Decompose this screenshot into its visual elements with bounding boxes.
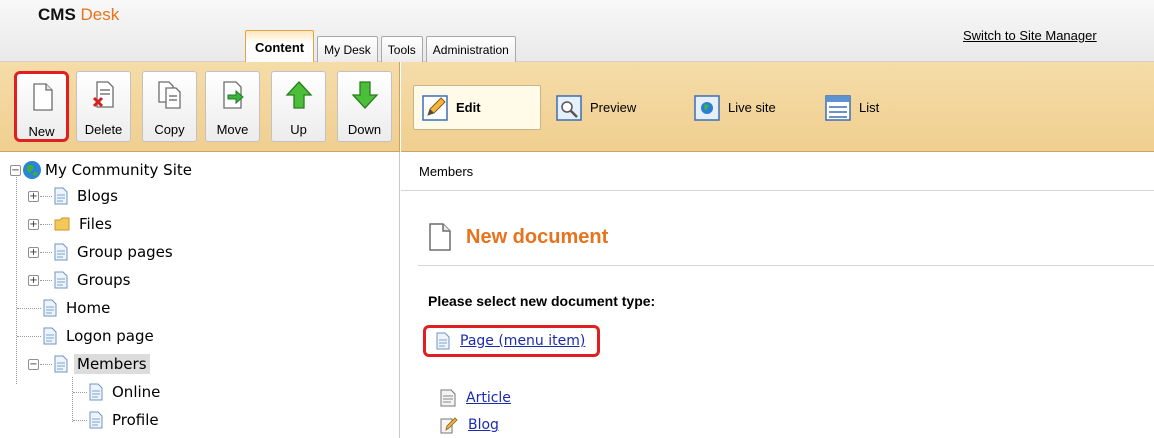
expand-toggle-icon[interactable]: + — [28, 274, 39, 286]
logo-part2: Desk — [80, 5, 120, 24]
page-icon — [89, 411, 103, 429]
doc-type-page-link[interactable]: Page (menu item) — [460, 333, 585, 349]
up-button-label: Up — [290, 122, 307, 137]
preview-view-label: Preview — [590, 100, 637, 115]
move-button-label: Move — [216, 122, 249, 137]
doc-type-page-menu-item[interactable]: Page (menu item) — [423, 325, 601, 357]
tree-item-label: Group pages — [77, 243, 173, 261]
doc-type-blog[interactable]: Blog — [440, 416, 499, 434]
page-icon — [54, 355, 68, 373]
copy-button[interactable]: Copy — [142, 71, 197, 142]
copy-button-label: Copy — [154, 122, 185, 137]
main-tabs: Content My Desk Tools Administration — [245, 30, 519, 62]
new-button-label: New — [28, 124, 55, 139]
collapse-toggle-icon[interactable]: − — [10, 164, 21, 176]
delete-button-label: Delete — [84, 122, 123, 137]
list-view-label: List — [859, 100, 880, 115]
article-icon — [440, 389, 456, 407]
breadcrumb: Members — [401, 152, 1154, 191]
new-button[interactable]: New — [14, 71, 69, 142]
preview-magnifier-icon — [556, 94, 582, 121]
page-title-row: New document — [428, 219, 608, 255]
edit-view-label: Edit — [456, 100, 481, 115]
arrow-up-icon — [285, 81, 312, 109]
edit-view-button[interactable]: Edit — [413, 85, 541, 130]
tree-item-label: Members — [74, 354, 150, 374]
doc-type-article[interactable]: Article — [440, 389, 511, 407]
page-icon — [89, 383, 103, 401]
page-icon — [43, 299, 57, 317]
down-button-label: Down — [347, 122, 382, 137]
new-document-icon — [429, 223, 451, 251]
tree-item-label: Logon page — [66, 327, 154, 345]
delete-document-icon — [92, 81, 114, 108]
select-type-prompt: Please select new document type: — [428, 293, 656, 309]
down-button[interactable]: Down — [337, 71, 392, 142]
move-button[interactable]: Move — [205, 71, 260, 142]
list-view-button[interactable]: List — [825, 85, 879, 130]
copy-document-icon — [157, 81, 181, 109]
list-icon — [825, 94, 851, 121]
document-actions-toolbar: New Delete Copy Move Up Down — [0, 62, 400, 152]
tree-root[interactable]: − My Community Site — [10, 158, 192, 182]
expand-toggle-icon[interactable]: + — [28, 190, 39, 202]
top-header: CMS Desk Content My Desk Tools Administr… — [0, 0, 1154, 62]
content-tree: − My Community Site + Blogs + Files + Gr… — [0, 152, 400, 438]
preview-view-button[interactable]: Preview — [556, 85, 636, 130]
expand-toggle-icon[interactable]: + — [28, 246, 39, 258]
page-icon — [436, 332, 450, 350]
page-icon — [43, 327, 57, 345]
tree-item-logon-page[interactable]: Logon page — [17, 324, 157, 348]
tree-item-label: Groups — [77, 271, 131, 289]
tab-tools[interactable]: Tools — [380, 36, 423, 62]
folder-icon — [54, 217, 70, 231]
tree-item-online[interactable]: Online — [73, 380, 163, 404]
tree-item-files[interactable]: + Files — [28, 212, 115, 236]
doc-type-article-link[interactable]: Article — [466, 390, 511, 406]
move-document-icon — [222, 81, 244, 109]
logo-part1: CMS — [38, 5, 76, 24]
page-icon — [54, 187, 68, 205]
cms-desk-logo: CMS Desk — [38, 5, 119, 25]
blog-icon — [440, 417, 458, 434]
tree-guide-line — [16, 172, 17, 384]
tree-item-label: Online — [112, 383, 161, 401]
delete-button[interactable]: Delete — [76, 71, 131, 142]
view-mode-toolbar: Edit Preview Live site List — [401, 62, 1154, 152]
tab-administration[interactable]: Administration — [425, 36, 516, 62]
arrow-down-icon — [351, 81, 378, 109]
title-divider — [418, 265, 1154, 266]
tree-item-label: Home — [66, 299, 111, 317]
switch-to-site-manager-link[interactable]: Switch to Site Manager — [963, 28, 1097, 43]
tree-item-home[interactable]: Home — [17, 296, 113, 320]
tree-item-profile[interactable]: Profile — [73, 408, 162, 432]
globe-icon — [23, 161, 41, 179]
doc-type-blog-link[interactable]: Blog — [468, 417, 499, 433]
expand-toggle-icon[interactable]: + — [28, 218, 39, 230]
page-title: New document — [466, 225, 609, 248]
tree-item-label: Profile — [112, 411, 159, 429]
tab-content[interactable]: Content — [245, 30, 315, 62]
edit-pencil-icon — [422, 94, 448, 121]
new-document-icon — [32, 83, 53, 111]
tree-item-members[interactable]: − Members — [28, 352, 150, 376]
tree-root-label: My Community Site — [45, 161, 192, 179]
tree-item-blogs[interactable]: + Blogs — [28, 184, 121, 208]
tree-item-groups[interactable]: + Groups — [28, 268, 133, 292]
up-button[interactable]: Up — [271, 71, 326, 142]
tree-item-group-pages[interactable]: + Group pages — [28, 240, 176, 264]
live-site-globe-icon — [694, 94, 720, 121]
tree-item-label: Files — [79, 215, 112, 233]
live-site-view-label: Live site — [728, 100, 776, 115]
page-icon — [54, 271, 68, 289]
collapse-toggle-icon[interactable]: − — [28, 358, 39, 370]
tree-item-label: Blogs — [77, 187, 118, 205]
live-site-view-button[interactable]: Live site — [694, 85, 776, 130]
page-icon — [54, 243, 68, 261]
tab-my-desk[interactable]: My Desk — [317, 36, 378, 62]
